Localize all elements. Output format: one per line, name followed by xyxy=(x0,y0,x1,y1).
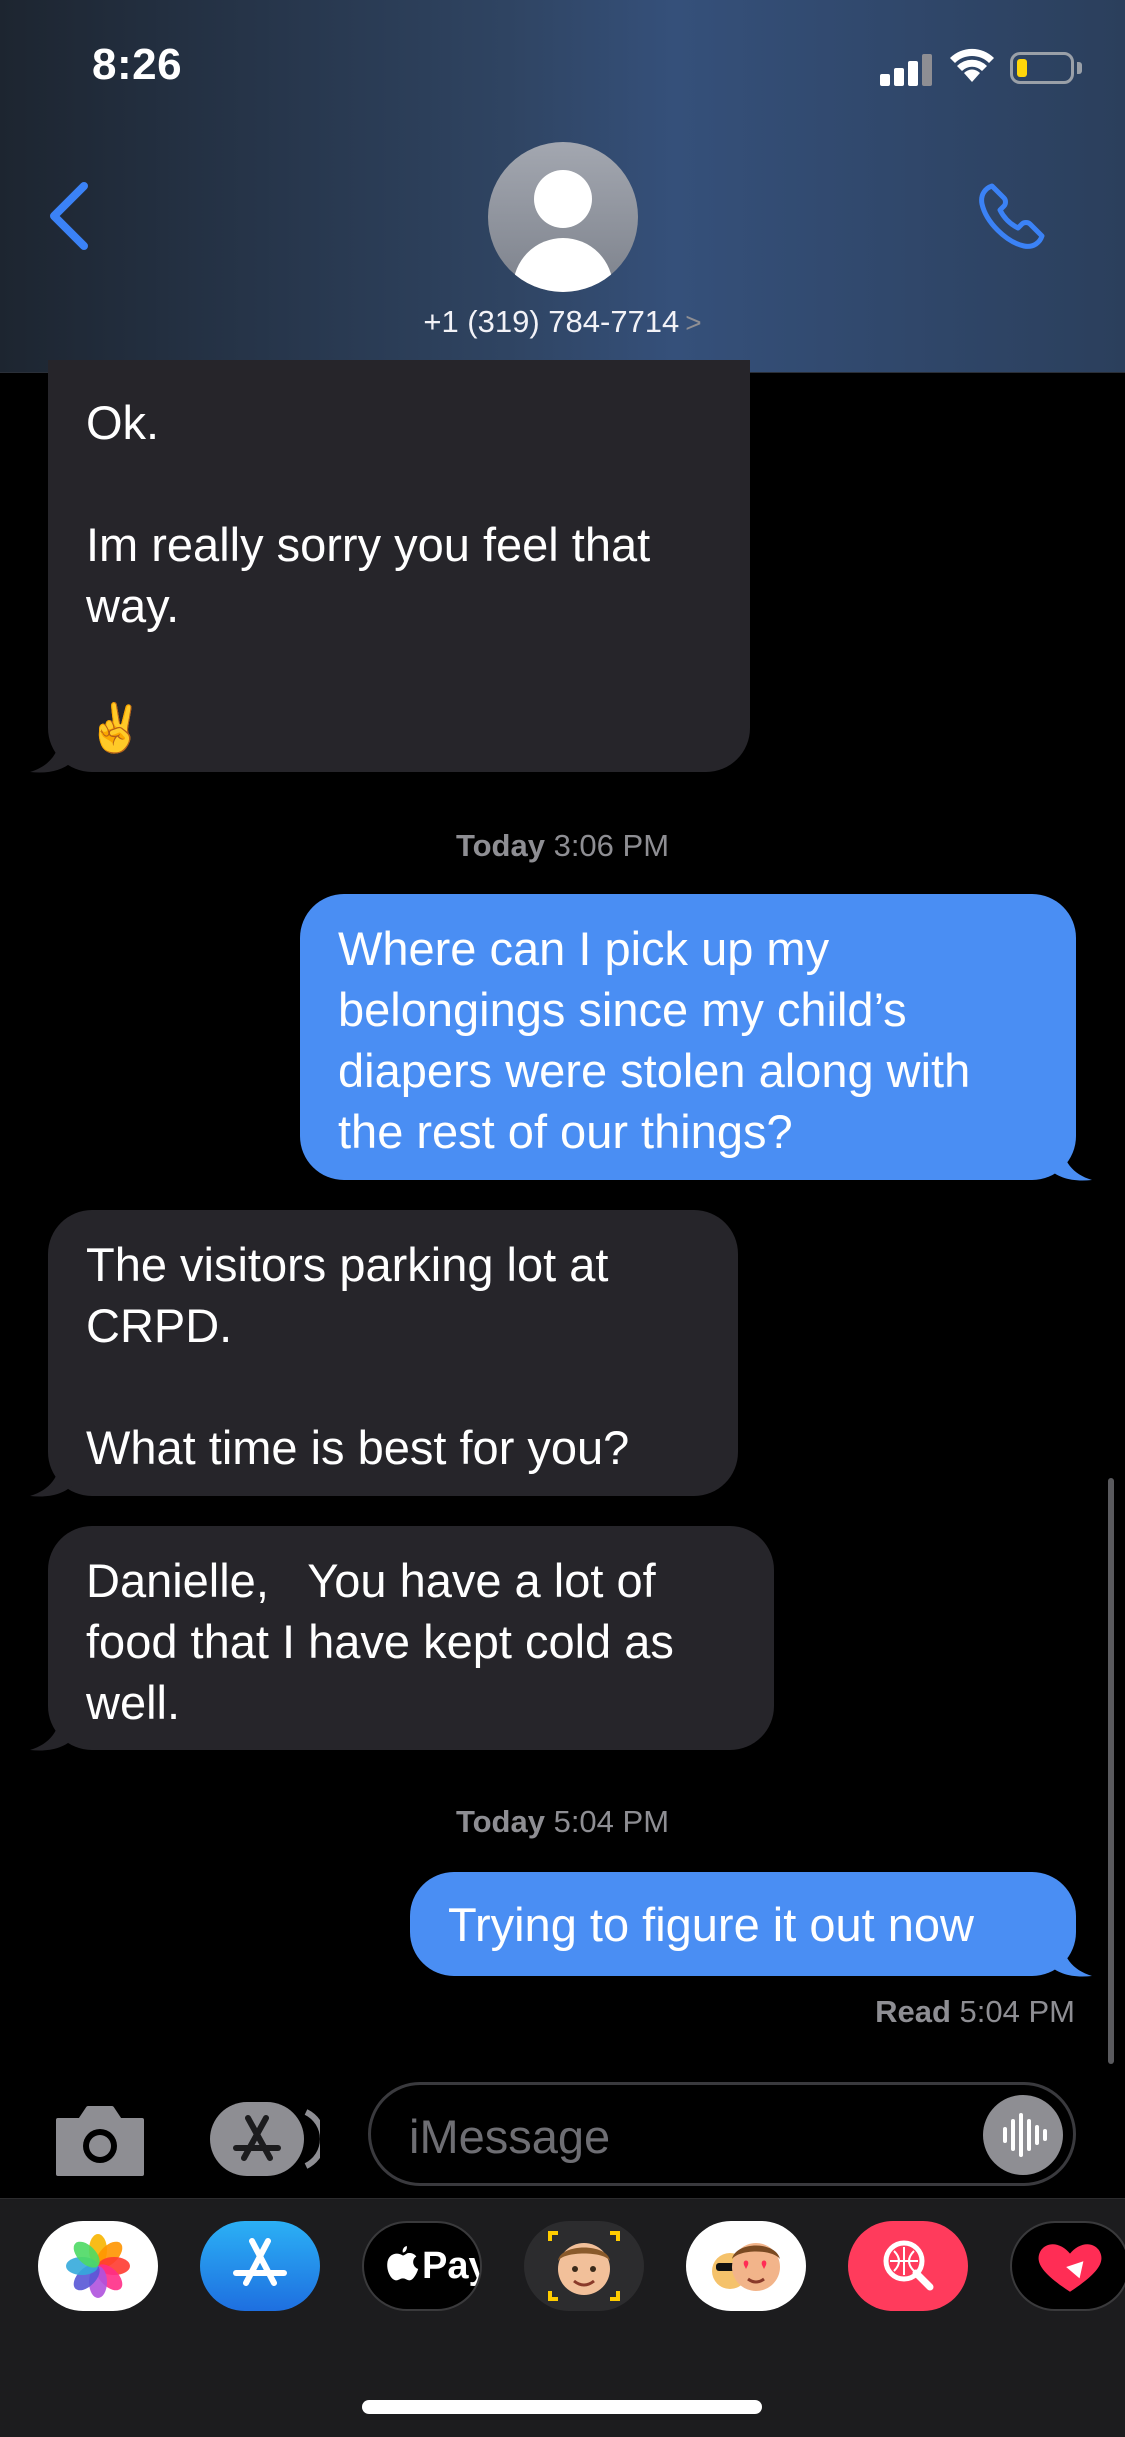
audio-message-icon[interactable] xyxy=(983,2095,1063,2175)
timestamp: Today 5:04 PM xyxy=(455,1804,670,1839)
wifi-icon xyxy=(950,48,994,82)
memoji-stickers-icon[interactable] xyxy=(686,2221,806,2311)
search-images-icon[interactable] xyxy=(848,2221,968,2311)
memoji-camera-icon[interactable] xyxy=(524,2221,644,2311)
chevron-right-icon: > xyxy=(685,307,702,338)
bubble-tail xyxy=(1048,1938,1092,1977)
received-message[interactable]: The visitors parking lot at CRPD. What t… xyxy=(48,1210,738,1496)
message-text: Ok. Im really sorry you feel that way. ✌… xyxy=(86,396,651,754)
photos-icon[interactable] xyxy=(38,2221,158,2311)
bubble-tail xyxy=(30,1712,74,1751)
message-text-field[interactable] xyxy=(407,2105,951,2167)
message-text: Trying to figure it out now xyxy=(448,1898,974,1951)
status-time: 8:26 xyxy=(92,40,183,89)
app-store-icon[interactable] xyxy=(200,2221,320,2311)
timestamp: Today 3:06 PM xyxy=(455,828,670,863)
received-message[interactable]: Danielle, You have a lot of food that I … xyxy=(48,1526,774,1750)
camera-icon[interactable] xyxy=(52,2098,148,2180)
bubble-tail xyxy=(30,734,74,773)
cellular-signal-icon xyxy=(880,52,934,86)
read-receipt: Read 5:04 PM xyxy=(875,1994,1075,2029)
sent-message[interactable]: Trying to figure it out now xyxy=(410,1872,1076,1976)
bubble-tail xyxy=(1048,1142,1092,1181)
app-store-icon[interactable] xyxy=(208,2098,320,2180)
message-text: The visitors parking lot at CRPD. What t… xyxy=(86,1238,630,1474)
apple-pay-icon[interactable]: Pay xyxy=(362,2221,482,2311)
digital-touch-icon[interactable] xyxy=(1010,2221,1125,2311)
message-input[interactable] xyxy=(368,2082,1076,2186)
message-text: Where can I pick up my belongings since … xyxy=(338,922,984,1158)
scrollbar[interactable] xyxy=(1108,1478,1114,2064)
contact-number: +1 (319) 784-7714 xyxy=(423,304,680,339)
received-message[interactable]: Ok. Im really sorry you feel that way. ✌… xyxy=(48,360,750,772)
bubble-tail xyxy=(30,1458,74,1497)
message-text: Danielle, You have a lot of food that I … xyxy=(86,1554,687,1729)
sent-message[interactable]: Where can I pick up my belongings since … xyxy=(300,894,1076,1180)
contact-avatar[interactable] xyxy=(488,142,638,292)
phone-icon[interactable] xyxy=(972,176,1052,256)
battery-icon xyxy=(1010,52,1074,84)
back-chevron-icon[interactable] xyxy=(40,176,100,256)
apple-pay-label: Pay xyxy=(422,2245,480,2287)
home-indicator[interactable] xyxy=(362,2400,762,2414)
conversation-header: 8:26 +1 (319) 784-7714 > xyxy=(0,0,1125,373)
contact-name-button[interactable]: +1 (319) 784-7714 > xyxy=(0,304,1125,340)
